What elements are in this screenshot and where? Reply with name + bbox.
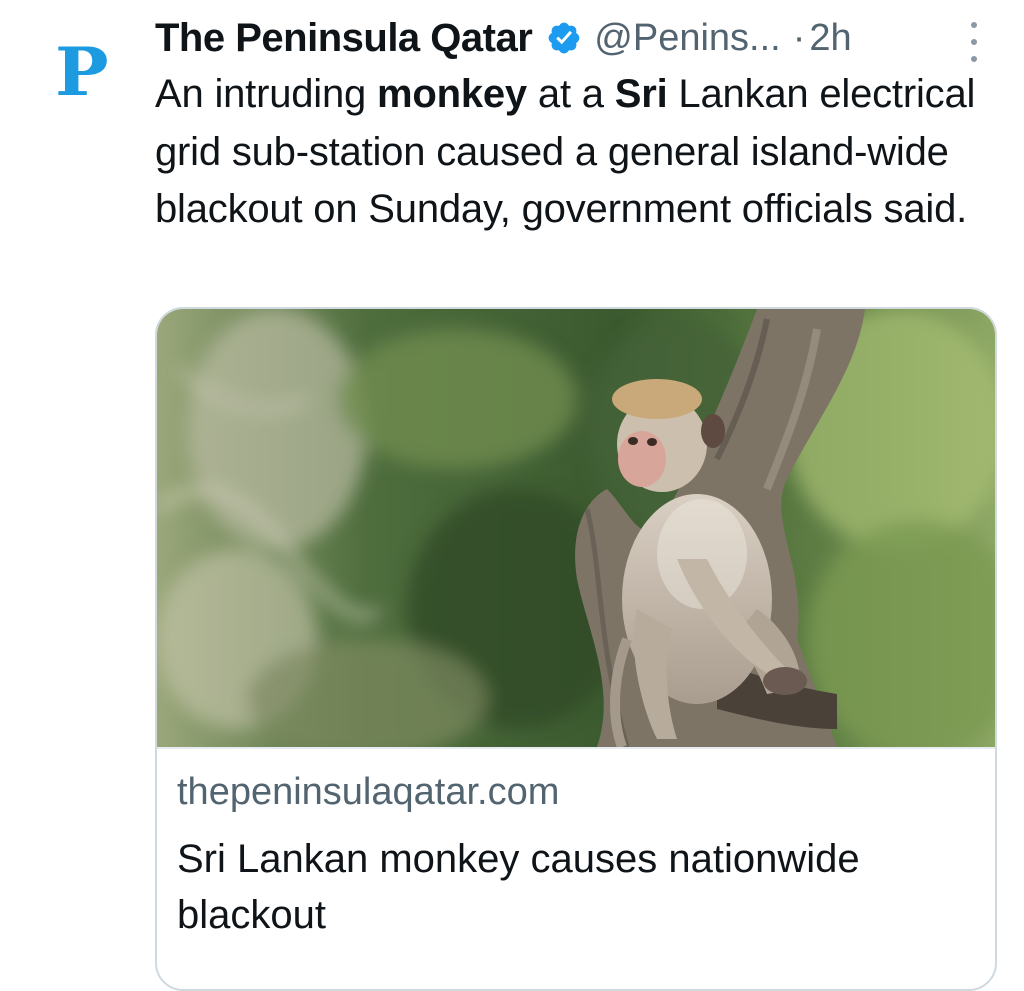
- timestamp[interactable]: 2h: [809, 17, 851, 60]
- tweet-text: An intruding monkey at a Sri Lankan elec…: [155, 66, 995, 239]
- link-card[interactable]: thepeninsulaqatar.com Sri Lankan monkey …: [155, 307, 997, 991]
- tweet-text-bold: monkey: [377, 72, 527, 116]
- verified-badge-icon: [546, 20, 582, 56]
- more-options-icon[interactable]: [962, 22, 986, 62]
- separator-dot: ·: [792, 16, 806, 59]
- tweet-text-bold: Sri: [614, 72, 668, 116]
- more-dot: [971, 22, 977, 28]
- more-dot: [971, 39, 977, 45]
- tweet-header: The Peninsula Qatar @Penins... · 2h: [155, 12, 980, 64]
- tweet-text-segment: An intruding: [155, 72, 377, 116]
- card-divider: [157, 747, 995, 749]
- avatar-logo: P: [55, 33, 109, 111]
- tweet-text-segment: at a: [526, 72, 615, 116]
- card-title[interactable]: Sri Lankan monkey causes nationwide blac…: [177, 831, 977, 943]
- account-name[interactable]: The Peninsula Qatar: [155, 16, 533, 61]
- monkey-photo: [157, 309, 995, 747]
- account-handle[interactable]: @Penins...: [594, 17, 780, 60]
- card-domain[interactable]: thepeninsulaqatar.com: [177, 771, 559, 814]
- avatar[interactable]: P: [46, 36, 118, 108]
- more-dot: [971, 56, 977, 62]
